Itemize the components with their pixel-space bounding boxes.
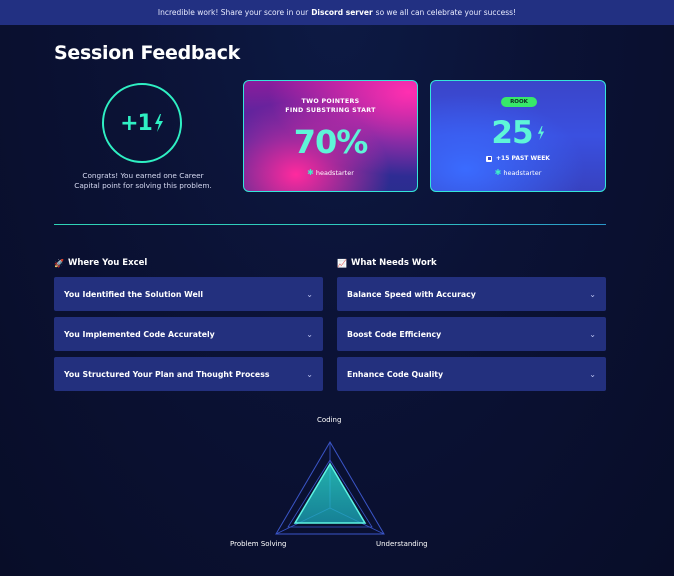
needs-work-accordion-item[interactable]: Enhance Code Quality ⌄ bbox=[337, 357, 606, 391]
excel-heading-text: Where You Excel bbox=[67, 258, 148, 268]
problem-name: FIND SUBSTRING START bbox=[285, 107, 376, 114]
past-week-text: +15 PAST WEEK bbox=[496, 155, 550, 162]
level-points-row: 25 bbox=[431, 115, 605, 151]
accordion-label: Balance Speed with Accuracy bbox=[347, 289, 476, 299]
excel-accordion-item[interactable]: You Implemented Code Accurately ⌄ bbox=[54, 317, 323, 351]
needs-work-heading: 📈 What Needs Work bbox=[337, 258, 437, 268]
career-capital-value: +1 bbox=[120, 110, 153, 136]
chevron-down-icon: ⌄ bbox=[589, 369, 596, 379]
level-points: 25 bbox=[491, 115, 533, 151]
chevron-down-icon: ⌄ bbox=[589, 329, 596, 339]
level-card: ROOK 25 +15 PAST WEEK ✱ headstarter bbox=[430, 80, 606, 192]
accordion-label: Boost Code Efficiency bbox=[347, 329, 442, 339]
radar-label-coding: Coding bbox=[317, 416, 342, 424]
accordion-label: Enhance Code Quality bbox=[347, 369, 444, 379]
skills-radar-chart bbox=[275, 441, 385, 535]
lightning-icon bbox=[154, 114, 163, 132]
needs-work-accordion-item[interactable]: Boost Code Efficiency ⌄ bbox=[337, 317, 606, 351]
excel-accordion-item[interactable]: You Identified the Solution Well ⌄ bbox=[54, 277, 323, 311]
accordion-label: You Implemented Code Accurately bbox=[64, 329, 215, 339]
rocket-icon: 🚀 bbox=[54, 258, 64, 268]
problem-score: 70% bbox=[293, 123, 369, 161]
discord-link[interactable]: Discord server bbox=[311, 8, 372, 17]
chart-icon: 📈 bbox=[337, 258, 347, 268]
banner-suffix: so we all can celebrate your success! bbox=[375, 8, 517, 17]
needs-work-accordion-item[interactable]: Balance Speed with Accuracy ⌄ bbox=[337, 277, 606, 311]
accordion-label: You Structured Your Plan and Thought Pro… bbox=[64, 369, 270, 379]
rank-badge: ROOK bbox=[501, 97, 537, 107]
star-icon: ✱ bbox=[307, 168, 314, 177]
chevron-down-icon: ⌄ bbox=[306, 369, 313, 379]
chevron-down-icon: ⌄ bbox=[306, 289, 313, 299]
career-capital-message: Congrats! You earned one Career Capital … bbox=[74, 171, 212, 190]
chevron-down-icon: ⌄ bbox=[306, 329, 313, 339]
lightning-icon bbox=[537, 126, 544, 140]
radar-score-area bbox=[293, 462, 367, 524]
excel-heading: 🚀 Where You Excel bbox=[54, 258, 147, 268]
accordion-label: You Identified the Solution Well bbox=[64, 289, 204, 299]
banner-prefix: Incredible work! Share your score in our bbox=[157, 8, 309, 17]
section-divider bbox=[54, 224, 606, 225]
star-icon: ✱ bbox=[494, 168, 502, 177]
past-week-row: +15 PAST WEEK bbox=[431, 155, 605, 162]
page-title: Session Feedback bbox=[54, 42, 240, 64]
brand-logo: ✱ headstarter bbox=[244, 168, 417, 178]
problem-score-card: TWO POINTERS FIND SUBSTRING START 70% ✱ … bbox=[243, 80, 418, 192]
needs-work-heading-text: What Needs Work bbox=[350, 258, 437, 268]
top-banner: Incredible work! Share your score in our… bbox=[0, 0, 674, 25]
calendar-icon bbox=[486, 155, 493, 162]
career-capital-circle: +1 bbox=[102, 83, 182, 163]
brand-logo: ✱ headstarter bbox=[431, 168, 605, 178]
chevron-down-icon: ⌄ bbox=[589, 289, 596, 299]
brand-name: headstarter bbox=[315, 169, 354, 177]
problem-category: TWO POINTERS bbox=[301, 98, 360, 105]
excel-accordion-item[interactable]: You Structured Your Plan and Thought Pro… bbox=[54, 357, 323, 391]
brand-name: headstarter bbox=[503, 169, 542, 177]
